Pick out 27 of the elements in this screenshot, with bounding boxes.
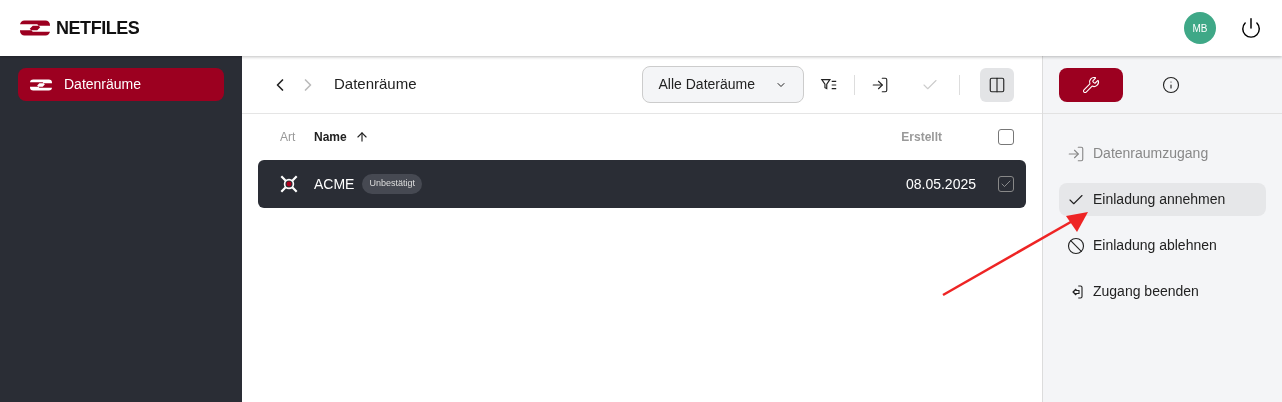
row-checkbox[interactable]: [998, 176, 1014, 192]
action-item[interactable]: Einladung ablehnen: [1059, 229, 1266, 262]
logo-icon: [30, 78, 52, 91]
brand-name: NETFILES: [56, 16, 140, 40]
page-title: Datenräume: [334, 74, 417, 95]
power-icon[interactable]: [1240, 17, 1262, 39]
side-panel-icon: [988, 75, 1006, 94]
wrench-icon: [1082, 75, 1100, 94]
info-icon: [1162, 75, 1180, 94]
column-header[interactable]: Name: [314, 128, 369, 146]
status-badge: Unbestätigt: [362, 174, 422, 194]
data-room-icon: [278, 173, 300, 195]
table-row[interactable]: ACME Unbestätigt 08.05.2025: [258, 160, 1026, 208]
prohibited-icon: [1067, 236, 1085, 255]
room-name: ACME: [314, 174, 355, 194]
action-item[interactable]: Einladung annehmen: [1059, 183, 1266, 216]
sidebar-item[interactable]: Datenräume: [18, 68, 224, 101]
created-date: 08.05.2025: [905, 174, 976, 194]
sign-in-icon[interactable]: [871, 75, 889, 94]
filter-dropdown[interactable]: Alle Dateräume: [641, 66, 804, 103]
sign-in-icon: [1067, 144, 1085, 163]
action-item[interactable]: Zugang beenden: [1059, 275, 1266, 308]
tools-tab[interactable]: [1059, 67, 1123, 102]
panel-toggle-button[interactable]: [980, 67, 1014, 102]
check-icon: [1000, 178, 1012, 190]
logo-icon: [20, 20, 50, 36]
select-all-checkbox[interactable]: [998, 129, 1014, 145]
